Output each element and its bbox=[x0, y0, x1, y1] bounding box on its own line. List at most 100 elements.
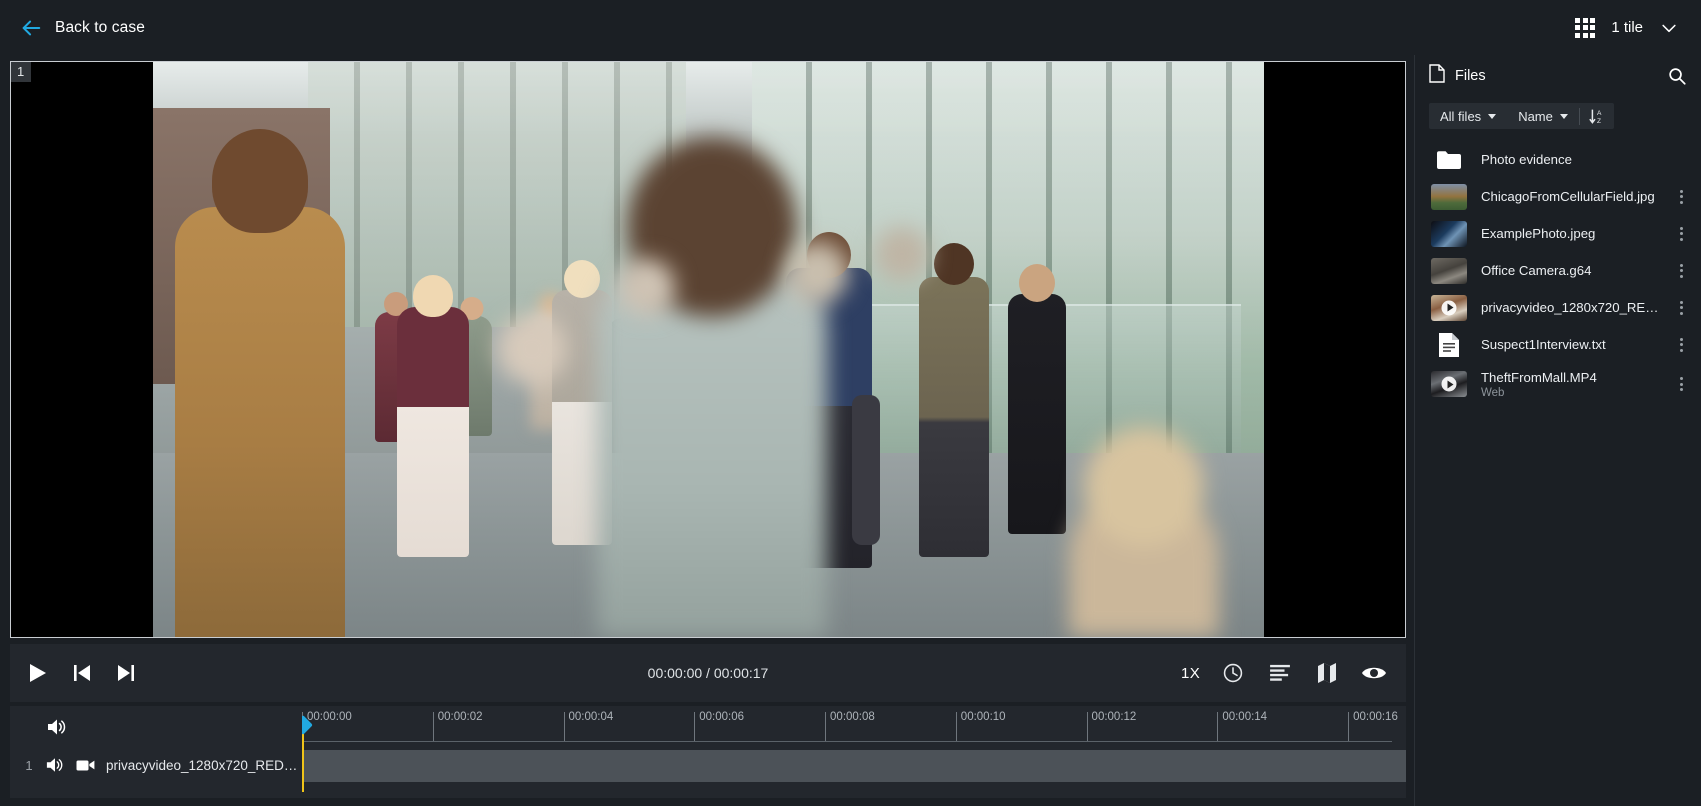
filter-type-dropdown[interactable]: All files bbox=[1429, 103, 1507, 129]
file-list-item[interactable]: privacyvideo_1280x720_REDACTED… bbox=[1415, 289, 1701, 326]
ruler-baseline bbox=[302, 741, 1392, 742]
search-icon[interactable] bbox=[1667, 66, 1687, 86]
file-more-options-button[interactable] bbox=[1673, 377, 1689, 391]
ruler-tick-label: 00:00:16 bbox=[1353, 711, 1398, 723]
file-list-item[interactable]: Office Camera.g64 bbox=[1415, 252, 1701, 289]
top-bar: Back to case 1 tile bbox=[0, 0, 1701, 55]
video-camera-icon bbox=[76, 758, 95, 772]
ruler-tick: 00:00:16 bbox=[1348, 711, 1398, 742]
ruler-tick: 00:00:06 bbox=[694, 711, 744, 742]
back-to-case-button[interactable]: Back to case bbox=[20, 17, 145, 39]
file-text-column: Office Camera.g64 bbox=[1481, 263, 1659, 278]
file-thumbnail bbox=[1431, 183, 1467, 210]
chevron-down-icon[interactable] bbox=[1659, 18, 1679, 38]
file-name: Suspect1Interview.txt bbox=[1481, 337, 1606, 352]
timeline-ruler-area[interactable]: 00:00:00 00:00:02 00:00:04 00:00:06 00:00:08… bbox=[302, 706, 1406, 798]
file-thumbnail bbox=[1431, 294, 1467, 321]
track-volume-speaker-icon[interactable] bbox=[45, 756, 65, 774]
file-list-item[interactable]: Photo evidence bbox=[1415, 141, 1701, 178]
file-icon bbox=[1429, 64, 1445, 88]
file-source-label: Web bbox=[1481, 386, 1505, 399]
chevron-down-icon bbox=[1488, 113, 1497, 119]
file-more-options-button[interactable] bbox=[1673, 263, 1689, 278]
file-list-item[interactable]: ExamplePhoto.jpeg bbox=[1415, 215, 1701, 252]
timeline-clip[interactable] bbox=[302, 750, 1406, 782]
ruler-tick-label: 00:00:06 bbox=[699, 711, 745, 723]
ruler-tick-label: 00:00:04 bbox=[568, 711, 614, 723]
video-surface[interactable] bbox=[152, 62, 1264, 637]
track-index: 1 bbox=[25, 757, 33, 773]
player-column: 1 00:00:00 / 00:00:17 1X 1 privacyvideo_… bbox=[0, 55, 1414, 806]
ruler-tick: 00:00:04 bbox=[563, 711, 613, 742]
svg-text:Z: Z bbox=[1597, 118, 1601, 125]
master-volume-speaker-icon[interactable] bbox=[46, 716, 68, 738]
eye-icon[interactable] bbox=[1360, 659, 1388, 687]
ruler-tick: 00:00:02 bbox=[432, 711, 483, 742]
skip-previous-icon[interactable] bbox=[68, 659, 96, 687]
timeline-track-row[interactable]: 1 privacyvideo_1280x720_REDAC bbox=[10, 748, 302, 782]
sort-az-icon[interactable]: A Z bbox=[1580, 103, 1614, 129]
file-text-column: Suspect1Interview.txt bbox=[1481, 337, 1659, 352]
map-icon[interactable] bbox=[1313, 659, 1341, 687]
timeline: 1 privacyvideo_1280x720_REDAC 00:00:00 0… bbox=[10, 706, 1406, 798]
tile-layout-selector[interactable]: 1 tile bbox=[1575, 17, 1679, 38]
file-list-item[interactable]: TheftFromMall.MP4 Web bbox=[1415, 363, 1701, 405]
tile-count-label: 1 tile bbox=[1611, 19, 1643, 36]
playback-speed-button[interactable]: 1X bbox=[1181, 665, 1200, 682]
file-list-item[interactable]: ChicagoFromCellularField.jpg bbox=[1415, 178, 1701, 215]
play-icon[interactable] bbox=[24, 659, 52, 687]
file-more-options-button[interactable] bbox=[1673, 337, 1689, 352]
video-review-app: Back to case 1 tile 1 00:00:00 / 00:00:1… bbox=[0, 0, 1701, 806]
playback-controls-bar: 00:00:00 / 00:00:17 1X bbox=[10, 644, 1406, 702]
file-more-options-button[interactable] bbox=[1673, 226, 1689, 241]
filter-type-label: All files bbox=[1440, 108, 1482, 124]
files-filter-row: All files Name A Z bbox=[1415, 97, 1701, 139]
tile-index-badge: 1 bbox=[11, 62, 32, 82]
file-list-item[interactable]: Suspect1Interview.txt bbox=[1415, 326, 1701, 363]
timeline-track-headers: 1 privacyvideo_1280x720_REDAC bbox=[10, 706, 302, 798]
file-thumbnail bbox=[1431, 257, 1467, 284]
file-text-column: privacyvideo_1280x720_REDACTED… bbox=[1481, 300, 1659, 315]
timeline-ruler[interactable]: 00:00:00 00:00:02 00:00:04 00:00:06 00:00:08… bbox=[302, 706, 1406, 742]
timeline-playhead[interactable] bbox=[302, 715, 313, 792]
ruler-tick-label: 00:00:14 bbox=[1222, 711, 1268, 723]
file-text-column: ExamplePhoto.jpeg bbox=[1481, 226, 1659, 241]
file-name: privacyvideo_1280x720_REDACTED… bbox=[1481, 300, 1659, 315]
file-name: Office Camera.g64 bbox=[1481, 263, 1592, 278]
file-name: ExamplePhoto.jpeg bbox=[1481, 226, 1596, 241]
filter-sort-dropdown[interactable]: Name bbox=[1507, 103, 1579, 129]
folder-icon bbox=[1431, 150, 1467, 170]
file-more-options-button[interactable] bbox=[1673, 300, 1689, 315]
files-panel-header: Files bbox=[1415, 55, 1701, 97]
ruler-tick-label: 00:00:08 bbox=[830, 711, 875, 723]
chevron-down-icon bbox=[1559, 113, 1568, 119]
file-text-column: TheftFromMall.MP4 Web bbox=[1481, 370, 1659, 399]
document-icon bbox=[1431, 332, 1467, 358]
ruler-tick: 00:00:08 bbox=[825, 711, 875, 742]
arrow-left-icon bbox=[20, 17, 42, 39]
ruler-tick: 00:00:14 bbox=[1217, 711, 1267, 742]
svg-text:A: A bbox=[1597, 110, 1602, 117]
ruler-tick-label: 00:00:02 bbox=[437, 711, 483, 723]
video-tile[interactable]: 1 bbox=[10, 61, 1406, 638]
files-list[interactable]: Photo evidence ChicagoFromCellularField.j… bbox=[1415, 139, 1701, 806]
play-badge-icon bbox=[1441, 376, 1457, 392]
file-name: TheftFromMall.MP4 bbox=[1481, 369, 1597, 385]
app-body: 1 00:00:00 / 00:00:17 1X 1 privacyvideo_… bbox=[0, 55, 1701, 806]
track-name: privacyvideo_1280x720_REDACTE… bbox=[106, 757, 302, 773]
video-frame-content bbox=[152, 62, 1264, 637]
skip-next-icon[interactable] bbox=[112, 659, 140, 687]
play-badge-icon bbox=[1441, 300, 1457, 315]
ruler-tick: 00:00:12 bbox=[1086, 711, 1136, 742]
list-lines-icon[interactable] bbox=[1266, 659, 1294, 687]
file-text-column: ChicagoFromCellularField.jpg bbox=[1481, 189, 1659, 204]
ruler-tick: 00:00:10 bbox=[955, 711, 1006, 742]
file-thumbnail bbox=[1431, 371, 1467, 397]
back-to-case-label: Back to case bbox=[55, 18, 145, 36]
file-more-options-button[interactable] bbox=[1673, 189, 1689, 204]
files-panel: Files All files Name A Z Photo evidence … bbox=[1414, 55, 1701, 806]
clock-icon[interactable] bbox=[1219, 659, 1247, 687]
ruler-tick-label: 00:00:00 bbox=[307, 711, 352, 723]
file-name: Photo evidence bbox=[1481, 152, 1572, 167]
file-name: ChicagoFromCellularField.jpg bbox=[1481, 189, 1655, 204]
